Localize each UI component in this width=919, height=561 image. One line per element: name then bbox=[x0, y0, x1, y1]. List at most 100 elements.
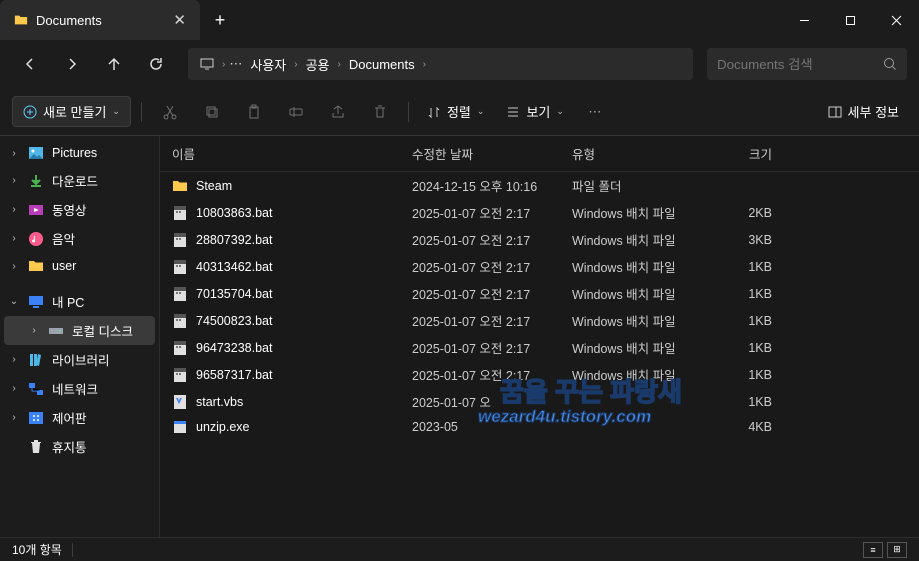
sidebar-item-label: 로컬 디스크 bbox=[72, 321, 133, 340]
file-type: Windows 배치 파일 bbox=[572, 203, 702, 222]
view-menu[interactable]: 보기 ⌄ bbox=[498, 102, 571, 121]
col-date[interactable]: 수정한 날짜 bbox=[412, 144, 572, 163]
file-name: Steam bbox=[196, 179, 232, 193]
cut-button[interactable] bbox=[152, 96, 188, 128]
breadcrumb-overflow[interactable]: ⋯ bbox=[229, 56, 242, 72]
sidebar-item[interactable]: › 로컬 디스크 bbox=[4, 316, 155, 345]
search-box[interactable] bbox=[707, 48, 907, 80]
file-row[interactable]: 74500823.bat2025-01-07 오전 2:17Windows 배치… bbox=[160, 307, 919, 334]
col-name[interactable]: 이름 bbox=[172, 144, 412, 163]
breadcrumb-seg-2[interactable]: Documents bbox=[345, 57, 419, 72]
file-row[interactable]: 10803863.bat2025-01-07 오전 2:17Windows 배치… bbox=[160, 199, 919, 226]
file-row[interactable]: 96473238.bat2025-01-07 오전 2:17Windows 배치… bbox=[160, 334, 919, 361]
file-list[interactable]: Steam2024-12-15 오후 10:16파일 폴더10803863.ba… bbox=[160, 172, 919, 537]
status-bar: 10개 항목 ≡ ⊞ bbox=[0, 537, 919, 561]
twisty-icon[interactable]: › bbox=[8, 412, 20, 423]
refresh-button[interactable] bbox=[138, 48, 174, 80]
sort-menu[interactable]: 정렬 ⌄ bbox=[419, 102, 492, 121]
breadcrumb-seg-1[interactable]: 공용 bbox=[302, 55, 334, 74]
file-name: 96473238.bat bbox=[196, 341, 272, 355]
view-details-button[interactable]: ≡ bbox=[863, 542, 883, 558]
file-row[interactable]: unzip.exe2023-054KB bbox=[160, 415, 919, 439]
maximize-button[interactable] bbox=[827, 0, 873, 40]
file-row[interactable]: Steam2024-12-15 오후 10:16파일 폴더 bbox=[160, 172, 919, 199]
file-row[interactable]: 96587317.bat2025-01-07 오전 2:17Windows 배치… bbox=[160, 361, 919, 388]
file-size: 1KB bbox=[702, 395, 772, 409]
twisty-icon[interactable]: › bbox=[8, 233, 20, 244]
tab-documents[interactable]: Documents ✕ bbox=[0, 0, 200, 40]
file-date: 2024-12-15 오후 10:16 bbox=[412, 176, 572, 195]
breadcrumb[interactable]: › ⋯ 사용자 › 공용 › Documents › bbox=[188, 48, 693, 80]
file-name: 28807392.bat bbox=[196, 233, 272, 247]
twisty-icon[interactable]: › bbox=[8, 261, 20, 272]
plus-circle-icon bbox=[23, 105, 37, 119]
sidebar-item[interactable]: ›다운로드 bbox=[0, 166, 159, 195]
file-name: unzip.exe bbox=[196, 420, 250, 434]
pc-icon[interactable] bbox=[196, 57, 218, 71]
sidebar-item[interactable]: › 라이브러리 bbox=[0, 345, 159, 374]
details-button[interactable]: 세부 정보 bbox=[820, 102, 907, 121]
col-size[interactable]: 크기 bbox=[702, 144, 772, 163]
twisty-icon[interactable]: ⌄ bbox=[8, 296, 20, 307]
close-tab-icon[interactable]: ✕ bbox=[173, 11, 186, 29]
sidebar-item[interactable]: ›Pictures bbox=[0, 140, 159, 166]
file-name: 70135704.bat bbox=[196, 287, 272, 301]
file-name: 10803863.bat bbox=[196, 206, 272, 220]
sidebar-item[interactable]: › 음악 bbox=[0, 224, 159, 253]
minimize-button[interactable] bbox=[781, 0, 827, 40]
separator bbox=[141, 102, 142, 122]
file-type: Windows 배치 파일 bbox=[572, 257, 702, 276]
file-row[interactable]: 40313462.bat2025-01-07 오전 2:17Windows 배치… bbox=[160, 253, 919, 280]
up-button[interactable] bbox=[96, 48, 132, 80]
sidebar-item[interactable]: ›동영상 bbox=[0, 195, 159, 224]
twisty-icon[interactable]: › bbox=[8, 175, 20, 186]
copy-button[interactable] bbox=[194, 96, 230, 128]
search-input[interactable] bbox=[717, 57, 877, 72]
twisty-icon[interactable]: › bbox=[8, 204, 20, 215]
twisty-icon[interactable]: › bbox=[8, 354, 20, 365]
rename-button[interactable] bbox=[278, 96, 314, 128]
file-row[interactable]: 28807392.bat2025-01-07 오전 2:17Windows 배치… bbox=[160, 226, 919, 253]
file-size: 1KB bbox=[702, 287, 772, 301]
sidebar-item[interactable]: ›제어판 bbox=[0, 403, 159, 432]
twisty-icon[interactable]: › bbox=[28, 325, 40, 336]
bat-icon bbox=[172, 259, 188, 275]
sidebar-item[interactable]: 휴지통 bbox=[0, 432, 159, 461]
sidebar-item-label: 라이브러리 bbox=[52, 350, 110, 369]
file-name: 96587317.bat bbox=[196, 368, 272, 382]
sidebar-item[interactable]: ⌄내 PC bbox=[0, 287, 159, 316]
view-grid-button[interactable]: ⊞ bbox=[887, 542, 907, 558]
delete-button[interactable] bbox=[362, 96, 398, 128]
chevron-down-icon: ⌄ bbox=[556, 106, 564, 117]
search-icon[interactable] bbox=[883, 57, 897, 71]
folder-icon bbox=[14, 13, 28, 27]
download-icon bbox=[28, 173, 44, 189]
file-row[interactable]: 70135704.bat2025-01-07 오전 2:17Windows 배치… bbox=[160, 280, 919, 307]
chevron-right-icon: › bbox=[423, 59, 426, 70]
bat-icon bbox=[172, 286, 188, 302]
file-size: 1KB bbox=[702, 260, 772, 274]
file-row[interactable]: start.vbs2025-01-07 오1KB bbox=[160, 388, 919, 415]
picture-icon bbox=[28, 145, 44, 161]
sidebar-item-label: 음악 bbox=[52, 229, 75, 248]
share-button[interactable] bbox=[320, 96, 356, 128]
paste-button[interactable] bbox=[236, 96, 272, 128]
more-button[interactable]: ⋯ bbox=[578, 96, 614, 128]
breadcrumb-seg-0[interactable]: 사용자 bbox=[246, 55, 290, 74]
new-menu-button[interactable]: 새로 만들기 ⌄ bbox=[12, 96, 131, 127]
file-date: 2025-01-07 오 bbox=[412, 392, 572, 411]
sidebar-item[interactable]: ›user bbox=[0, 253, 159, 279]
twisty-icon[interactable]: › bbox=[8, 383, 20, 394]
sidebar-item[interactable]: ›네트워크 bbox=[0, 374, 159, 403]
twisty-icon[interactable]: › bbox=[8, 148, 20, 159]
back-button[interactable] bbox=[12, 48, 48, 80]
file-size: 1KB bbox=[702, 341, 772, 355]
col-type[interactable]: 유형 bbox=[572, 144, 702, 163]
folder-icon bbox=[28, 258, 44, 274]
file-date: 2025-01-07 오전 2:17 bbox=[412, 284, 572, 303]
bat-icon bbox=[172, 205, 188, 221]
forward-button[interactable] bbox=[54, 48, 90, 80]
new-tab-button[interactable]: + bbox=[200, 10, 240, 31]
disk-icon bbox=[48, 323, 64, 339]
close-window-button[interactable] bbox=[873, 0, 919, 40]
